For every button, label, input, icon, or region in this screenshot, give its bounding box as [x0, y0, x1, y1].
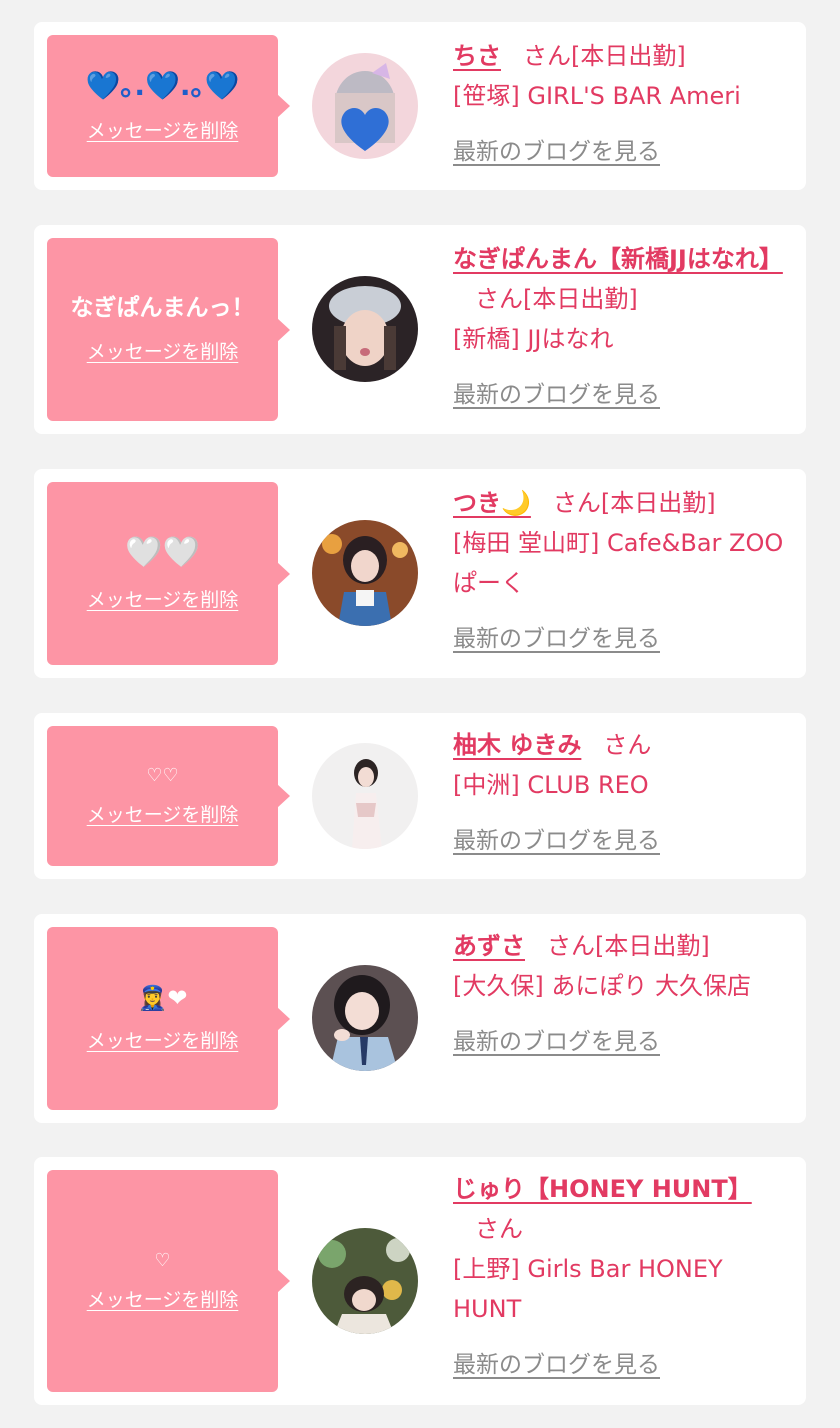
cast-info: あずさ さん[本日出勤] [大久保] あにぽり 大久保店 最新のブログを見る	[453, 926, 797, 1062]
avatar-photo-icon	[312, 53, 418, 159]
blog-link[interactable]: 最新のブログを見る	[453, 132, 797, 172]
favorite-card: 🤍🤍 メッセージを削除 つき🌙 さん[本日出勤] [梅田 堂山町] Cafe&Ba…	[34, 469, 806, 678]
delete-message-link[interactable]: メッセージを削除	[87, 1026, 239, 1053]
avatar-photo-icon	[312, 276, 418, 382]
cast-name-link[interactable]: つき🌙	[453, 489, 531, 517]
avatar[interactable]	[312, 743, 418, 849]
cast-status: さん[本日出勤]	[475, 285, 638, 313]
cast-info: つき🌙 さん[本日出勤] [梅田 堂山町] Cafe&Bar ZOOぱーく 最新の…	[453, 483, 797, 659]
avatar[interactable]	[312, 965, 418, 1071]
favorite-card: ♡♡ メッセージを削除 柚木 ゆきみ さん [中洲] CLUB REO 最新のブロ…	[34, 713, 806, 879]
avatar-photo-icon	[312, 965, 418, 1071]
message-bubble: 💙｡.💙.｡💙 メッセージを削除	[47, 35, 290, 177]
avatar-photo-icon	[312, 1228, 418, 1334]
avatar-photo-icon	[312, 743, 418, 849]
avatar[interactable]	[312, 1228, 418, 1334]
message-text: 👮‍♀️❤	[137, 983, 188, 1012]
cast-name-link[interactable]: あずさ	[453, 932, 525, 960]
message-text: ♡♡	[146, 764, 179, 786]
shop-name: [新橋] JJはなれ	[453, 325, 614, 353]
avatar-photo-icon	[312, 520, 418, 626]
avatar[interactable]	[312, 276, 418, 382]
shop-name: [笹塚] GIRL'S BAR Ameri	[453, 82, 741, 110]
delete-message-link[interactable]: メッセージを削除	[87, 337, 239, 364]
delete-message-link[interactable]: メッセージを削除	[87, 585, 239, 612]
delete-message-link[interactable]: メッセージを削除	[87, 800, 239, 827]
blog-link[interactable]: 最新のブログを見る	[453, 1022, 797, 1062]
cast-status: さん[本日出勤]	[547, 932, 710, 960]
cast-status: さん	[603, 731, 652, 759]
blog-link[interactable]: 最新のブログを見る	[453, 821, 797, 861]
favorite-card: 👮‍♀️❤ メッセージを削除 あずさ さん[本日出勤] [大久保] あにぽり 大久…	[34, 914, 806, 1123]
cast-name-link[interactable]: ちさ	[453, 42, 501, 70]
cast-status: さん[本日出勤]	[552, 489, 716, 517]
cast-info: ちさ さん[本日出勤] [笹塚] GIRL'S BAR Ameri 最新のブログを…	[453, 36, 797, 172]
shop-name: [梅田 堂山町] Cafe&Bar ZOOぱーく	[453, 529, 784, 597]
cast-status: さん	[475, 1215, 523, 1243]
blog-link[interactable]: 最新のブログを見る	[453, 619, 797, 659]
cast-name-link[interactable]: じゅり【HONEY HUNT】	[453, 1175, 752, 1203]
cast-status: さん[本日出勤]	[523, 42, 686, 70]
favorite-card: 💙｡.💙.｡💙 メッセージを削除 ちさ さん[本日出勤] [笹塚] GIRL'S …	[34, 22, 806, 190]
delete-message-link[interactable]: メッセージを削除	[87, 1285, 239, 1312]
avatar[interactable]	[312, 520, 418, 626]
cast-info: じゅり【HONEY HUNT】さん [上野] Girls Bar HONEY H…	[453, 1169, 797, 1385]
message-bubble: ♡♡ メッセージを削除	[47, 726, 290, 866]
shop-name: [大久保] あにぽり 大久保店	[453, 972, 751, 1000]
message-bubble: 👮‍♀️❤ メッセージを削除	[47, 927, 290, 1110]
delete-message-link[interactable]: メッセージを削除	[87, 116, 239, 143]
message-text: なぎぱんまんっ！	[70, 295, 255, 322]
shop-name: [上野] Girls Bar HONEY HUNT	[453, 1255, 723, 1323]
message-text: ♡	[154, 1249, 171, 1271]
message-text: 💙｡.💙.｡💙	[85, 68, 240, 102]
message-text: 🤍🤍	[125, 535, 200, 570]
shop-name: [中洲] CLUB REO	[453, 771, 649, 799]
cast-info: 柚木 ゆきみ さん [中洲] CLUB REO 最新のブログを見る	[453, 725, 797, 861]
avatar[interactable]	[312, 53, 418, 159]
favorite-card: ♡ メッセージを削除 じゅり【HONEY HUNT】さん [上野] Girls …	[34, 1157, 806, 1405]
cast-name-link[interactable]: なぎぱんまん【新橋JJはなれ】	[453, 245, 783, 273]
message-bubble: ♡ メッセージを削除	[47, 1170, 290, 1392]
favorite-card: なぎぱんまんっ！ メッセージを削除 なぎぱんまん【新橋JJはなれ】さん[本日出勤…	[34, 225, 806, 434]
blog-link[interactable]: 最新のブログを見る	[453, 375, 797, 415]
cast-name-link[interactable]: 柚木 ゆきみ	[453, 731, 581, 759]
cast-info: なぎぱんまん【新橋JJはなれ】さん[本日出勤] [新橋] JJはなれ 最新のブロ…	[453, 239, 797, 415]
blog-link[interactable]: 最新のブログを見る	[453, 1345, 797, 1385]
message-bubble: 🤍🤍 メッセージを削除	[47, 482, 290, 665]
message-bubble: なぎぱんまんっ！ メッセージを削除	[47, 238, 290, 421]
